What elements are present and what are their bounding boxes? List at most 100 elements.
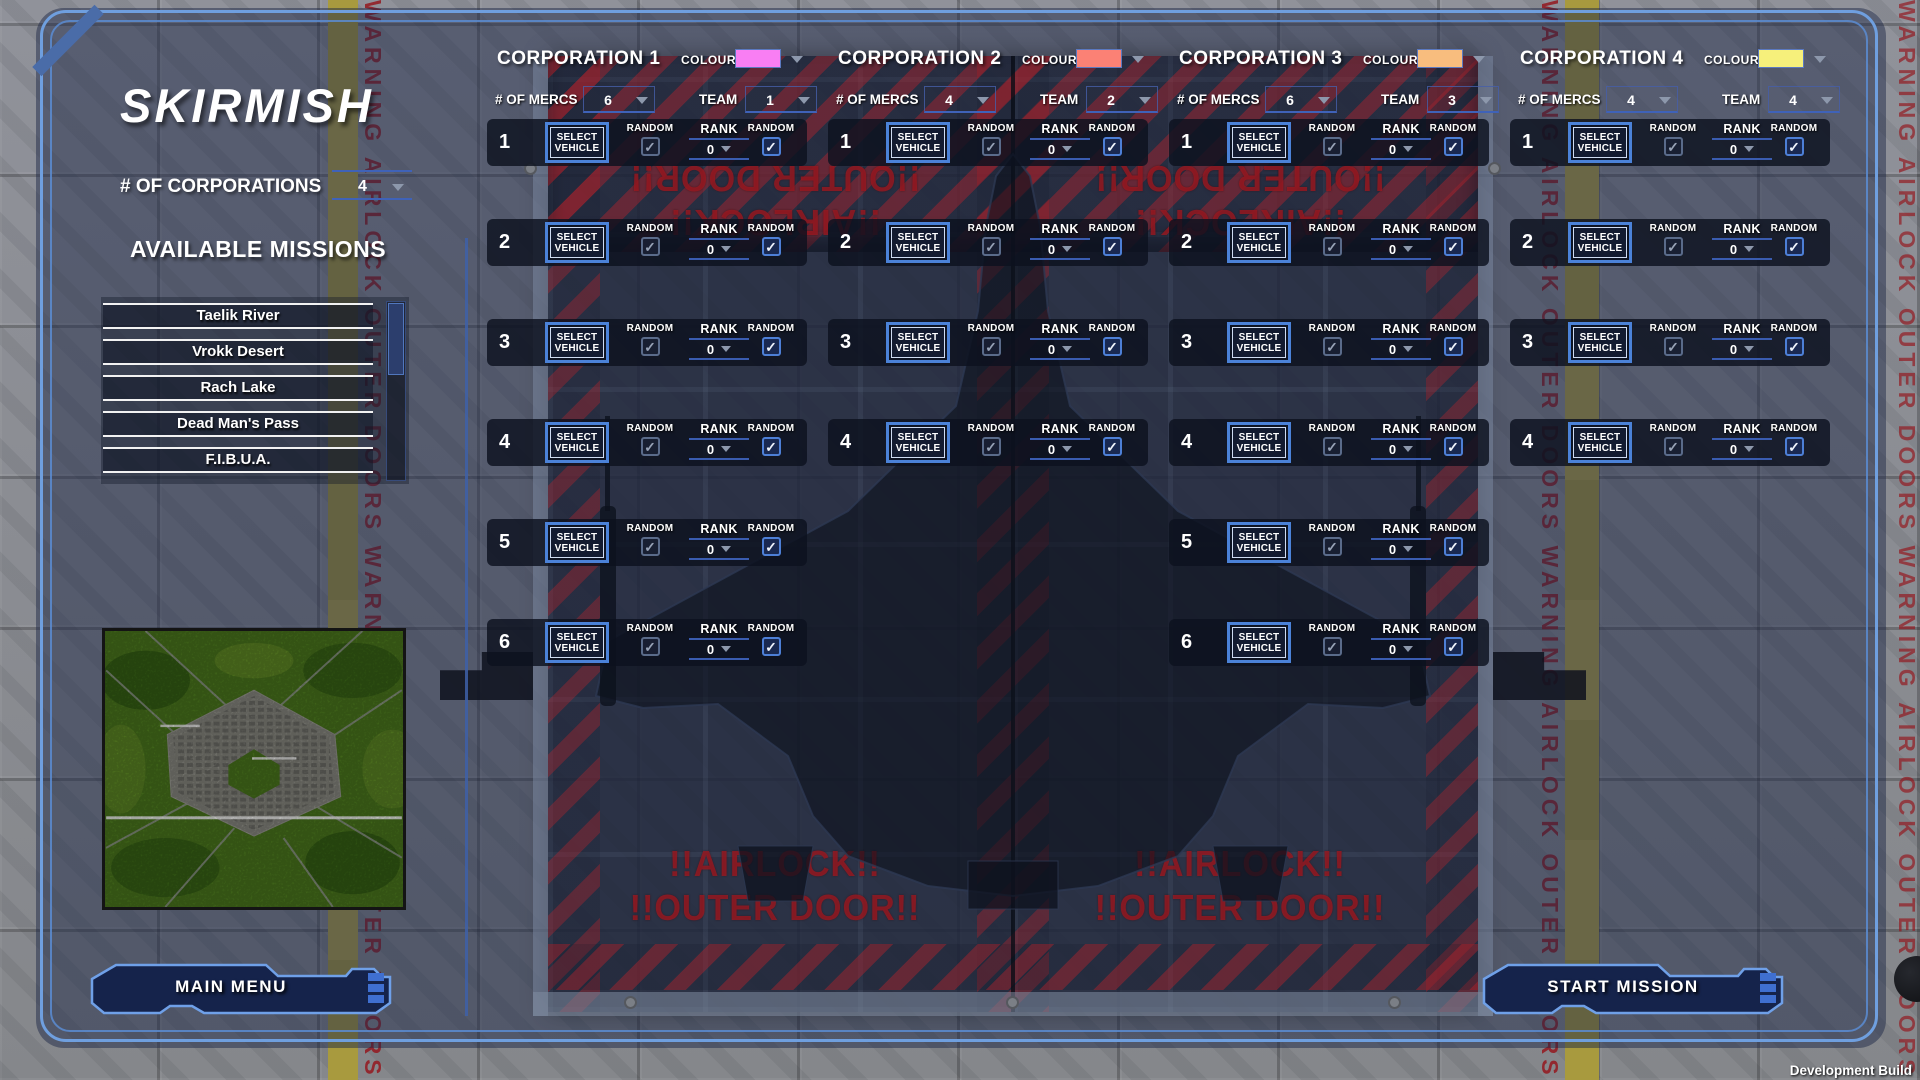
- select-vehicle-button[interactable]: SELECT VEHICLE: [886, 222, 950, 263]
- rank-dropdown[interactable]: 0: [1730, 442, 1754, 456]
- random-rank-checkbox[interactable]: ✓: [762, 437, 781, 456]
- random-rank-checkbox[interactable]: ✓: [1444, 537, 1463, 556]
- mission-scrollbar-thumb[interactable]: [388, 303, 404, 375]
- select-vehicle-button[interactable]: SELECT VEHICLE: [545, 422, 609, 463]
- rank-dropdown[interactable]: 0: [1730, 242, 1754, 256]
- random-vehicle-checkbox[interactable]: ✓: [641, 537, 660, 556]
- chevron-down-icon[interactable]: [1473, 56, 1485, 63]
- team-dropdown[interactable]: 2: [1086, 86, 1158, 113]
- select-vehicle-button[interactable]: SELECT VEHICLE: [1568, 222, 1632, 263]
- rank-dropdown[interactable]: 0: [1730, 142, 1754, 156]
- random-vehicle-checkbox[interactable]: ✓: [1323, 437, 1342, 456]
- rank-dropdown[interactable]: 0: [707, 342, 731, 356]
- random-vehicle-checkbox[interactable]: ✓: [1323, 637, 1342, 656]
- random-rank-checkbox[interactable]: ✓: [1444, 337, 1463, 356]
- team-dropdown[interactable]: 1: [745, 86, 817, 113]
- rank-dropdown[interactable]: 0: [1730, 342, 1754, 356]
- random-rank-checkbox[interactable]: ✓: [762, 237, 781, 256]
- select-vehicle-button[interactable]: SELECT VEHICLE: [1227, 222, 1291, 263]
- select-vehicle-button[interactable]: SELECT VEHICLE: [1227, 122, 1291, 163]
- select-vehicle-button[interactable]: SELECT VEHICLE: [886, 122, 950, 163]
- rank-dropdown[interactable]: 0: [1389, 342, 1413, 356]
- random-vehicle-checkbox[interactable]: ✓: [982, 237, 1001, 256]
- select-vehicle-button[interactable]: SELECT VEHICLE: [545, 622, 609, 663]
- rank-dropdown[interactable]: 0: [707, 442, 731, 456]
- rank-dropdown[interactable]: 0: [1389, 442, 1413, 456]
- rank-dropdown[interactable]: 0: [1389, 542, 1413, 556]
- rank-dropdown[interactable]: 0: [707, 142, 731, 156]
- random-vehicle-checkbox[interactable]: ✓: [1323, 137, 1342, 156]
- random-rank-checkbox[interactable]: ✓: [1103, 237, 1122, 256]
- select-vehicle-button[interactable]: SELECT VEHICLE: [1227, 322, 1291, 363]
- mission-scrollbar[interactable]: [386, 301, 406, 481]
- random-rank-checkbox[interactable]: ✓: [1785, 337, 1804, 356]
- select-vehicle-button[interactable]: SELECT VEHICLE: [545, 122, 609, 163]
- random-vehicle-checkbox[interactable]: ✓: [1323, 237, 1342, 256]
- random-rank-checkbox[interactable]: ✓: [762, 637, 781, 656]
- random-vehicle-checkbox[interactable]: ✓: [641, 637, 660, 656]
- rank-dropdown[interactable]: 0: [707, 242, 731, 256]
- select-vehicle-button[interactable]: SELECT VEHICLE: [1227, 522, 1291, 563]
- num-mercs-dropdown[interactable]: 6: [583, 86, 655, 113]
- colour-swatch[interactable]: [735, 49, 781, 68]
- random-rank-checkbox[interactable]: ✓: [762, 537, 781, 556]
- main-menu-button[interactable]: MAIN MENU: [86, 963, 396, 1015]
- random-vehicle-checkbox[interactable]: ✓: [1664, 237, 1683, 256]
- random-rank-checkbox[interactable]: ✓: [762, 337, 781, 356]
- num-mercs-dropdown[interactable]: 4: [924, 86, 996, 113]
- select-vehicle-button[interactable]: SELECT VEHICLE: [886, 322, 950, 363]
- mission-item[interactable]: Rach Lake: [103, 375, 373, 401]
- random-vehicle-checkbox[interactable]: ✓: [641, 337, 660, 356]
- random-vehicle-checkbox[interactable]: ✓: [641, 237, 660, 256]
- select-vehicle-button[interactable]: SELECT VEHICLE: [1568, 122, 1632, 163]
- rank-dropdown[interactable]: 0: [1389, 242, 1413, 256]
- num-mercs-dropdown[interactable]: 6: [1265, 86, 1337, 113]
- random-vehicle-checkbox[interactable]: ✓: [982, 437, 1001, 456]
- rank-dropdown[interactable]: 0: [707, 642, 731, 656]
- random-rank-checkbox[interactable]: ✓: [1444, 637, 1463, 656]
- mission-item[interactable]: Dead Man's Pass: [103, 411, 373, 437]
- rank-dropdown[interactable]: 0: [1048, 442, 1072, 456]
- colour-swatch[interactable]: [1758, 49, 1804, 68]
- random-rank-checkbox[interactable]: ✓: [1785, 137, 1804, 156]
- random-rank-checkbox[interactable]: ✓: [1444, 437, 1463, 456]
- select-vehicle-button[interactable]: SELECT VEHICLE: [1227, 622, 1291, 663]
- rank-dropdown[interactable]: 0: [1048, 342, 1072, 356]
- random-vehicle-checkbox[interactable]: ✓: [1664, 137, 1683, 156]
- num-mercs-dropdown[interactable]: 4: [1606, 86, 1678, 113]
- random-vehicle-checkbox[interactable]: ✓: [641, 137, 660, 156]
- chevron-down-icon[interactable]: [1132, 56, 1144, 63]
- random-rank-checkbox[interactable]: ✓: [762, 137, 781, 156]
- chevron-down-icon[interactable]: [1814, 56, 1826, 63]
- random-rank-checkbox[interactable]: ✓: [1444, 237, 1463, 256]
- rank-dropdown[interactable]: 0: [1048, 142, 1072, 156]
- select-vehicle-button[interactable]: SELECT VEHICLE: [1568, 422, 1632, 463]
- team-dropdown[interactable]: 3: [1427, 86, 1499, 113]
- random-rank-checkbox[interactable]: ✓: [1103, 437, 1122, 456]
- random-vehicle-checkbox[interactable]: ✓: [1323, 537, 1342, 556]
- start-mission-button[interactable]: START MISSION: [1478, 963, 1788, 1015]
- colour-swatch[interactable]: [1076, 49, 1122, 68]
- mission-item[interactable]: Taelik River: [103, 303, 373, 329]
- rank-dropdown[interactable]: 0: [707, 542, 731, 556]
- random-rank-checkbox[interactable]: ✓: [1444, 137, 1463, 156]
- team-dropdown[interactable]: 4: [1768, 86, 1840, 113]
- select-vehicle-button[interactable]: SELECT VEHICLE: [545, 222, 609, 263]
- select-vehicle-button[interactable]: SELECT VEHICLE: [886, 422, 950, 463]
- random-vehicle-checkbox[interactable]: ✓: [641, 437, 660, 456]
- select-vehicle-button[interactable]: SELECT VEHICLE: [1227, 422, 1291, 463]
- num-corporations-dropdown[interactable]: 4: [332, 170, 412, 200]
- select-vehicle-button[interactable]: SELECT VEHICLE: [545, 522, 609, 563]
- random-rank-checkbox[interactable]: ✓: [1785, 437, 1804, 456]
- random-rank-checkbox[interactable]: ✓: [1103, 137, 1122, 156]
- mission-item[interactable]: F.I.B.U.A.: [103, 447, 373, 473]
- select-vehicle-button[interactable]: SELECT VEHICLE: [1568, 322, 1632, 363]
- random-rank-checkbox[interactable]: ✓: [1103, 337, 1122, 356]
- rank-dropdown[interactable]: 0: [1389, 642, 1413, 656]
- random-vehicle-checkbox[interactable]: ✓: [1323, 337, 1342, 356]
- rank-dropdown[interactable]: 0: [1389, 142, 1413, 156]
- colour-swatch[interactable]: [1417, 49, 1463, 68]
- random-rank-checkbox[interactable]: ✓: [1785, 237, 1804, 256]
- random-vehicle-checkbox[interactable]: ✓: [1664, 437, 1683, 456]
- random-vehicle-checkbox[interactable]: ✓: [982, 337, 1001, 356]
